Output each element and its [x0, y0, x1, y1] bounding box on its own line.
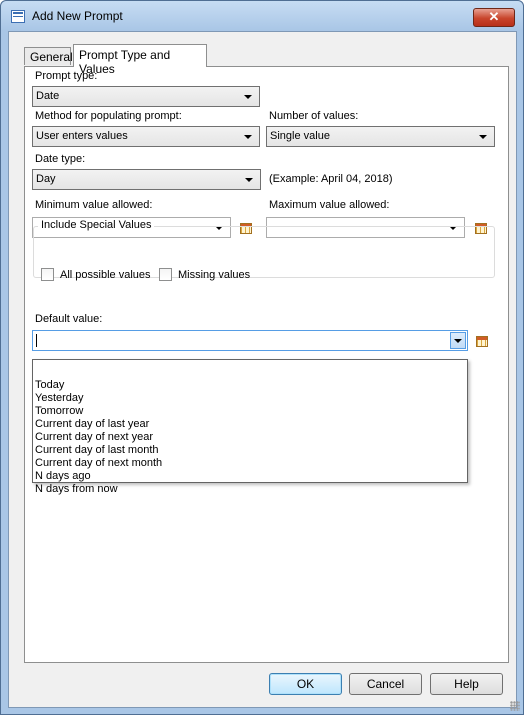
prompt-type-select[interactable]: Date [32, 86, 260, 107]
calendar-icon [476, 336, 488, 347]
cancel-button[interactable]: Cancel [349, 673, 422, 695]
group-title: Include Special Values [38, 219, 155, 231]
chevron-down-icon [244, 95, 252, 99]
missing-values-checkbox[interactable] [159, 268, 172, 281]
dropdown-option-current-day-next-year[interactable]: Current day of next year [33, 431, 467, 444]
chevron-down-icon [245, 178, 253, 182]
method-select[interactable]: User enters values [32, 126, 260, 147]
window-title: Add New Prompt [32, 9, 123, 23]
tab-general[interactable]: General [24, 47, 73, 65]
window-app-icon [11, 10, 25, 23]
resize-grip-icon[interactable] [510, 701, 520, 711]
dropdown-option-tomorrow[interactable]: Tomorrow [33, 405, 467, 418]
number-of-values-label: Number of values: [269, 110, 359, 122]
dropdown-option-n-days-ago[interactable]: N days ago [33, 470, 467, 483]
all-possible-values-label: All possible values [60, 269, 151, 281]
default-value-dropdown-button[interactable] [450, 332, 466, 349]
number-of-values-select[interactable]: Single value [266, 126, 495, 147]
dropdown-option-n-days-from-now[interactable]: N days from now [33, 483, 467, 496]
dropdown-option-current-day-last-month[interactable]: Current day of last month [33, 444, 467, 457]
title-bar[interactable]: Add New Prompt ✕ [1, 1, 523, 31]
date-type-label: Date type: [35, 153, 86, 165]
date-type-value: Day [36, 173, 56, 185]
help-button[interactable]: Help [430, 673, 503, 695]
maximum-value-label: Maximum value allowed: [269, 199, 390, 211]
method-value: User enters values [36, 130, 128, 142]
dropdown-option-current-day-next-month[interactable]: Current day of next month [33, 457, 467, 470]
ok-button[interactable]: OK [269, 673, 342, 695]
default-value-label: Default value: [35, 313, 103, 325]
dialog-window: Add New Prompt ✕ General Prompt Type and… [0, 0, 524, 715]
default-value-dropdown-list: Today Yesterday Tomorrow Current day of … [32, 359, 468, 495]
date-type-example: (Example: April 04, 2018) [269, 173, 393, 185]
chevron-down-icon [479, 135, 487, 139]
number-of-values-value: Single value [270, 130, 330, 142]
minimum-value-label: Minimum value allowed: [35, 199, 153, 211]
tab-prompt-type-and-values[interactable]: Prompt Type and Values [73, 44, 207, 76]
default-value-combo[interactable] [32, 330, 468, 351]
dropdown-option-current-day-last-year[interactable]: Current day of last year [33, 418, 467, 431]
missing-values-label: Missing values [178, 269, 251, 281]
date-type-select[interactable]: Day [32, 169, 261, 190]
dropdown-option-today[interactable]: Today [33, 379, 467, 392]
chevron-down-icon [244, 135, 252, 139]
default-calendar-button[interactable] [470, 330, 492, 352]
method-label: Method for populating prompt: [35, 110, 182, 122]
chevron-down-icon [454, 339, 462, 343]
all-possible-values-checkbox[interactable] [41, 268, 54, 281]
dropdown-option-yesterday[interactable]: Yesterday [33, 392, 467, 405]
text-cursor [36, 334, 37, 347]
prompt-type-value: Date [36, 90, 60, 102]
dropdown-option-blank[interactable] [33, 366, 467, 379]
close-button[interactable]: ✕ [473, 8, 515, 27]
